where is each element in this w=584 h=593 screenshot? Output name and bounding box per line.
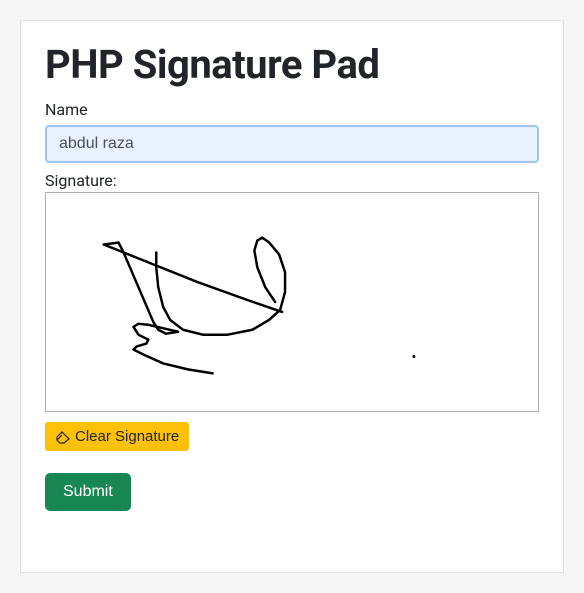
page-title: PHP Signature Pad: [45, 41, 539, 88]
name-label: Name: [45, 100, 539, 119]
name-input[interactable]: [45, 125, 539, 163]
clear-button-label: Clear Signature: [75, 428, 179, 445]
signature-pad-card: PHP Signature Pad Name Signature: Clear …: [20, 20, 564, 573]
signature-canvas[interactable]: [45, 192, 539, 412]
clear-signature-button[interactable]: Clear Signature: [45, 422, 189, 451]
signature-label: Signature:: [45, 171, 539, 190]
submit-button[interactable]: Submit: [45, 473, 131, 511]
signature-drawing: [46, 193, 538, 411]
submit-button-label: Submit: [63, 483, 113, 500]
eraser-icon: [55, 430, 71, 444]
